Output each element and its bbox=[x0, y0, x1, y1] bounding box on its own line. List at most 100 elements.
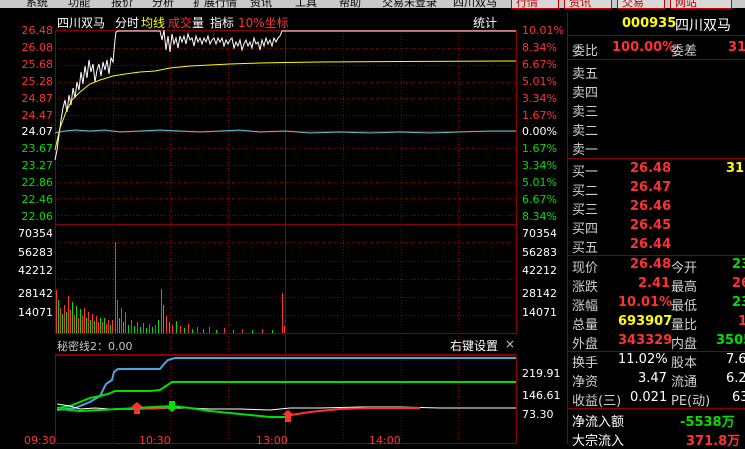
time-axis-label: 13:00 bbox=[256, 434, 288, 447]
price-axis-label: 22.86 bbox=[21, 176, 54, 189]
divider bbox=[568, 408, 745, 409]
weicha-value: 319 bbox=[728, 40, 745, 55]
percent-axis-label: 3.34% bbox=[522, 159, 557, 172]
price-axis-label: 23.27 bbox=[21, 159, 54, 172]
turnover-value: 11.02% bbox=[618, 352, 668, 367]
right-click-settings[interactable]: 右键设置 bbox=[450, 337, 498, 354]
time-axis-label: 09:30 bbox=[24, 434, 56, 447]
buy-1-volume: 315 bbox=[726, 161, 745, 176]
volume-axis-label: 56283 bbox=[18, 246, 53, 259]
open-value: 23 bbox=[732, 257, 745, 272]
block-inflow-label: 大宗流入 bbox=[572, 434, 625, 449]
price-axis-label: 24.87 bbox=[21, 92, 54, 105]
percent-axis-label: 1.67% bbox=[522, 109, 557, 122]
float-label: 流通 bbox=[671, 375, 698, 390]
inner-label: 内盘 bbox=[671, 337, 698, 352]
buy-3-price: 26.46 bbox=[630, 199, 672, 214]
close-icon[interactable]: × bbox=[505, 337, 515, 351]
price-axis-label: 26.08 bbox=[21, 41, 54, 54]
stock-code: 000935 bbox=[622, 16, 677, 31]
price-label: 现价 bbox=[572, 261, 599, 276]
sell-1-label: 卖一 bbox=[572, 143, 599, 158]
price-axis-label: 26.48 bbox=[21, 24, 54, 37]
price-axis-label: 24.07 bbox=[21, 125, 54, 138]
secondary-axis-label: 146.61 bbox=[522, 389, 561, 402]
buy-2-price: 26.47 bbox=[630, 180, 672, 195]
volume-axis-label: 28142 bbox=[522, 287, 557, 300]
percent-axis-label: 8.34% bbox=[522, 41, 557, 54]
change-pct-label: 涨幅 bbox=[572, 299, 599, 314]
high-label: 最高 bbox=[671, 280, 698, 295]
buy-4-label: 买四 bbox=[572, 222, 599, 237]
price-value: 26.48 bbox=[630, 257, 672, 272]
buy-5-price: 26.44 bbox=[630, 237, 672, 252]
pe-value: 63 bbox=[732, 390, 745, 405]
buy-2-label: 买二 bbox=[572, 184, 599, 199]
divider bbox=[568, 59, 745, 60]
time-axis-label: 14:00 bbox=[369, 434, 401, 447]
indicator-red-segment bbox=[284, 407, 420, 417]
volume-axis-label: 14071 bbox=[18, 306, 53, 319]
pe-label: PE(动) bbox=[671, 394, 711, 409]
volume-label: 总量 bbox=[572, 318, 599, 333]
net-asset-label: 净资 bbox=[572, 375, 599, 390]
price-axis-label: 22.46 bbox=[21, 193, 54, 206]
webi-label: 委比 bbox=[572, 44, 599, 59]
block-inflow-value: 371.8万 bbox=[686, 434, 741, 449]
divider bbox=[568, 158, 745, 159]
quote-panel: 000935 四川双马 委比 100.00% 委差 319 卖五 卖四 卖三 卖… bbox=[567, 12, 745, 449]
buy-3-label: 买三 bbox=[572, 203, 599, 218]
sell-4-label: 卖四 bbox=[572, 86, 599, 101]
sell-5-label: 卖五 bbox=[572, 67, 599, 82]
volume-value: 693907 bbox=[618, 314, 673, 329]
buy-1-price: 26.48 bbox=[630, 161, 672, 176]
secondary-axis-label: 219.91 bbox=[522, 367, 561, 380]
indicator-green-line bbox=[56, 381, 516, 409]
float-value: 6.2 bbox=[726, 371, 745, 386]
change-label: 涨跌 bbox=[572, 280, 599, 295]
high-value: 26 bbox=[732, 276, 745, 291]
share-capital-label: 股本 bbox=[671, 356, 698, 371]
secondary-axis-label: 73.30 bbox=[522, 408, 554, 421]
percent-axis-label: 10.01% bbox=[522, 24, 564, 37]
share-capital-value: 7.6 bbox=[726, 352, 745, 367]
percent-axis-label: 6.67% bbox=[522, 193, 557, 206]
volume-axis-label: 28142 bbox=[18, 287, 53, 300]
volume-axis-label: 42212 bbox=[18, 264, 53, 277]
eps-value: 0.021 bbox=[630, 390, 668, 405]
outer-value: 343329 bbox=[618, 333, 673, 348]
low-label: 最低 bbox=[671, 299, 698, 314]
net-asset-value: 3.47 bbox=[638, 371, 667, 386]
percent-axis-label: 5.01% bbox=[522, 176, 557, 189]
divider bbox=[568, 255, 745, 256]
volume-axis-label: 70354 bbox=[522, 227, 557, 240]
sell-2-label: 卖二 bbox=[572, 124, 599, 139]
time-axis-label: 10:30 bbox=[139, 434, 171, 447]
price-axis-label: 23.67 bbox=[21, 142, 54, 155]
open-label: 今开 bbox=[671, 261, 698, 276]
low-value: 23 bbox=[732, 295, 745, 310]
volume-ratio-value: 1 bbox=[738, 314, 745, 329]
volume-axis-label: 42212 bbox=[522, 264, 557, 277]
volume-axis-label: 70354 bbox=[18, 227, 53, 240]
turnover-label: 换手 bbox=[572, 356, 599, 371]
weicha-label: 委差 bbox=[671, 44, 698, 59]
change-pct-value: 10.01% bbox=[618, 295, 673, 310]
price-axis-label: 22.06 bbox=[21, 210, 54, 223]
outer-label: 外盘 bbox=[572, 337, 599, 352]
percent-axis-label: 0.00% bbox=[522, 125, 557, 138]
stock-name: 四川双马 bbox=[675, 18, 731, 34]
price-axis-label: 25.68 bbox=[21, 58, 54, 71]
sell-3-label: 卖三 bbox=[572, 105, 599, 120]
indicator-blue-line bbox=[56, 357, 516, 411]
price-axis-label: 25.28 bbox=[21, 75, 54, 88]
inner-value: 3505 bbox=[716, 333, 745, 348]
percent-axis-label: 3.34% bbox=[522, 92, 557, 105]
percent-axis-label: 8.34% bbox=[522, 210, 557, 223]
volume-axis-label: 14071 bbox=[522, 306, 557, 319]
price-axis-label: 24.47 bbox=[21, 109, 54, 122]
buy-5-label: 买五 bbox=[572, 241, 599, 256]
volume-axis-label: 56283 bbox=[522, 246, 557, 259]
buy-4-price: 26.45 bbox=[630, 218, 672, 233]
eps-label: 收益(三) bbox=[572, 394, 622, 409]
